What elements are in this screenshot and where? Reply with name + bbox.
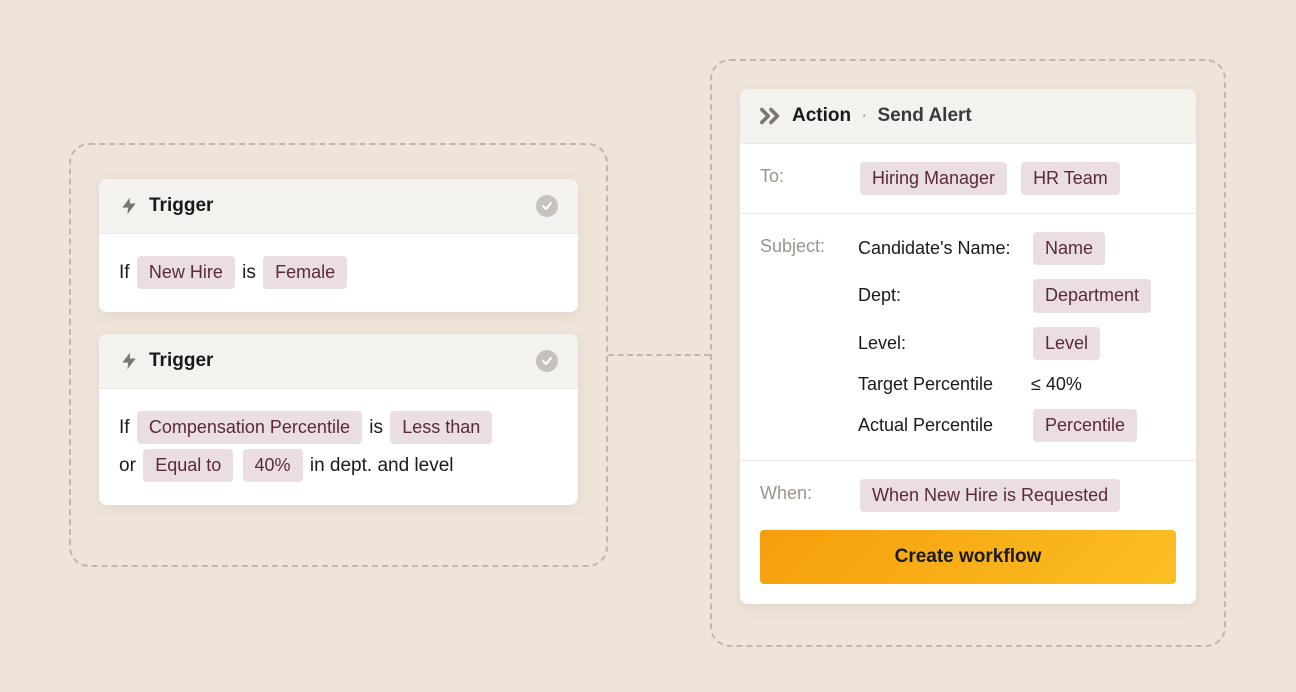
trigger-chip[interactable]: Less than [390, 411, 492, 444]
trigger-chip[interactable]: 40% [243, 449, 303, 482]
trigger-body: If Compensation Percentile is Less than … [99, 389, 578, 505]
connector-line [608, 354, 710, 356]
bolt-icon [119, 196, 139, 216]
action-subject-section: Subject: Candidate's Name: Name Dept: De… [740, 214, 1196, 461]
trigger-text: If [119, 417, 130, 438]
trigger-chip[interactable]: Compensation Percentile [137, 411, 362, 444]
chevrons-icon [760, 107, 782, 125]
action-header-value: Send Alert [877, 105, 971, 127]
trigger-chip[interactable]: Female [263, 256, 347, 289]
trigger-text: or [119, 455, 136, 476]
recipient-chip[interactable]: Hiring Manager [860, 162, 1007, 195]
subject-row-label: Target Percentile [858, 374, 1023, 395]
action-header: Action · Send Alert [740, 89, 1196, 144]
action-header-label: Action [792, 105, 851, 127]
when-chip[interactable]: When New Hire is Requested [860, 479, 1120, 512]
trigger-text: If [119, 262, 130, 283]
to-label: To: [760, 162, 838, 195]
trigger-text: is [242, 262, 256, 283]
subject-chip[interactable]: Name [1033, 232, 1105, 265]
recipient-chip[interactable]: HR Team [1021, 162, 1120, 195]
trigger-body: If New Hire is Female [99, 234, 578, 312]
action-when-section: When: When New Hire is Requested [740, 461, 1196, 530]
triggers-panel: Trigger If New Hire is Female Trigger If… [69, 143, 608, 567]
subject-row-label: Level: [858, 333, 1023, 354]
subject-row-label: Actual Percentile [858, 415, 1023, 436]
check-icon [536, 195, 558, 217]
trigger-title: Trigger [149, 350, 526, 372]
trigger-header: Trigger [99, 179, 578, 234]
action-card: Action · Send Alert To: Hiring Manager H… [740, 89, 1196, 604]
subject-chip[interactable]: Percentile [1033, 409, 1137, 442]
trigger-card: Trigger If Compensation Percentile is Le… [99, 334, 578, 505]
when-label: When: [760, 479, 838, 512]
action-panel: Action · Send Alert To: Hiring Manager H… [710, 59, 1226, 647]
trigger-text: is [369, 417, 383, 438]
trigger-header: Trigger [99, 334, 578, 389]
separator-dot: · [861, 105, 867, 127]
bolt-icon [119, 351, 139, 371]
action-to-section: To: Hiring Manager HR Team [740, 144, 1196, 214]
trigger-text: in dept. and level [310, 455, 454, 476]
subject-row-label: Candidate's Name: [858, 238, 1023, 259]
trigger-chip[interactable]: Equal to [143, 449, 233, 482]
subject-chip[interactable]: Level [1033, 327, 1100, 360]
subject-label: Subject: [760, 232, 838, 442]
subject-row-value: ≤ 40% [1031, 374, 1153, 395]
trigger-chip[interactable]: New Hire [137, 256, 235, 289]
subject-chip[interactable]: Department [1033, 279, 1151, 312]
subject-row-label: Dept: [858, 285, 1023, 306]
trigger-title: Trigger [149, 195, 526, 217]
create-workflow-button[interactable]: Create workflow [760, 530, 1176, 584]
check-icon [536, 350, 558, 372]
trigger-card: Trigger If New Hire is Female [99, 179, 578, 312]
